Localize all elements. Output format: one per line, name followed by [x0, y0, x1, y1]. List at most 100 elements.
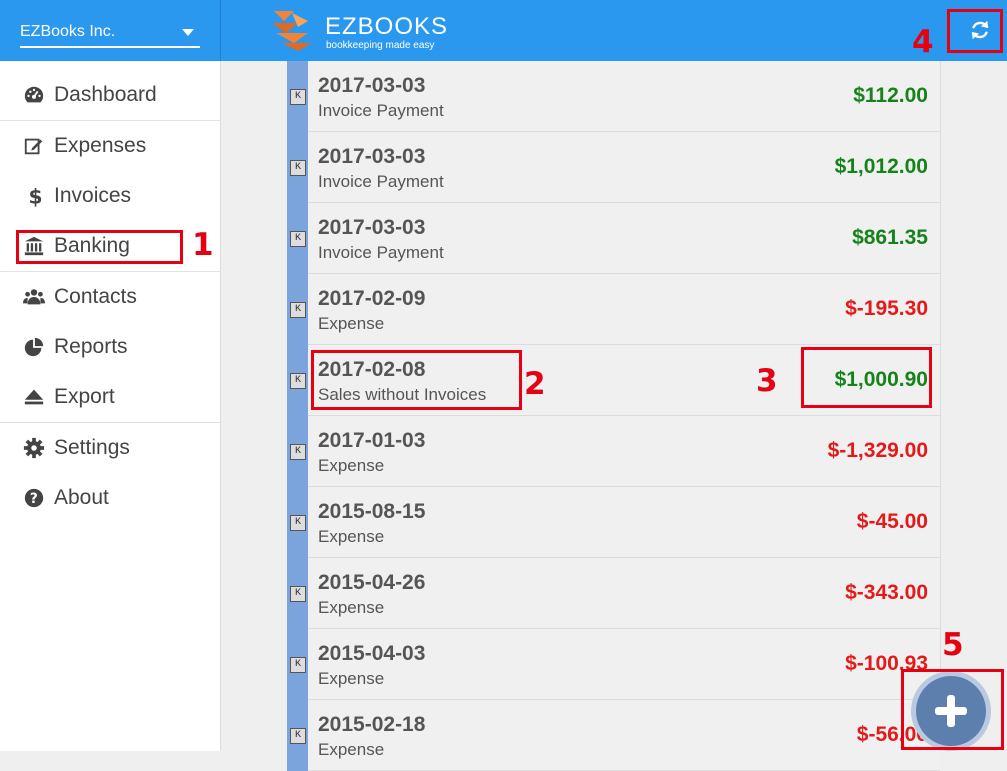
sidebar: Dashboard Expenses $ Invoices Banking Co… — [0, 61, 221, 751]
transaction-row[interactable]: K 2015-02-18 Expense $-56.00 — [287, 700, 940, 771]
company-name: EZBooks Inc. — [20, 23, 116, 40]
k-badge-icon: K — [290, 231, 306, 247]
transaction-row[interactable]: K 2015-04-26 Expense $-343.00 — [287, 558, 940, 629]
transaction-date: 2015-04-26 — [318, 571, 426, 594]
sidebar-item-label: Dashboard — [54, 83, 157, 106]
k-badge-icon: K — [290, 444, 306, 460]
annotation-number-1: 1 — [192, 227, 214, 263]
app-header: EZBooks Inc. EZBOOKS bookkeeping made ea… — [0, 0, 1007, 61]
transaction-type: Invoice Payment — [318, 243, 444, 262]
transaction-amount: $112.00 — [853, 84, 928, 107]
transaction-date: 2017-01-03 — [318, 429, 426, 452]
row-strip: K — [287, 700, 308, 771]
transaction-row[interactable]: K 2017-03-03 Invoice Payment $1,012.00 — [287, 132, 940, 203]
annotation-number-4: 4 — [912, 24, 934, 60]
annotation-box-transaction — [311, 350, 522, 410]
transaction-row[interactable]: K 2017-03-03 Invoice Payment $861.35 — [287, 203, 940, 274]
transaction-type: Expense — [318, 314, 385, 333]
dollar-icon: $ — [29, 185, 43, 207]
transaction-row[interactable]: K 2017-03-03 Invoice Payment $112.00 — [287, 61, 940, 132]
k-badge-icon: K — [290, 373, 306, 389]
logo-mark-icon — [272, 11, 312, 51]
sidebar-item-invoices[interactable]: $ Invoices — [0, 171, 220, 221]
company-selector[interactable]: EZBooks Inc. — [20, 18, 200, 48]
row-strip: K — [287, 61, 308, 132]
transaction-date: 2015-02-18 — [318, 713, 426, 736]
transaction-type: Invoice Payment — [318, 172, 444, 191]
annotation-number-2: 2 — [524, 366, 546, 402]
svg-text:$: $ — [29, 185, 43, 207]
transaction-date: 2017-03-03 — [318, 216, 426, 239]
row-strip: K — [287, 345, 308, 416]
sidebar-item-label: About — [54, 486, 109, 509]
k-badge-icon: K — [290, 89, 306, 105]
transaction-amount: $-1,329.00 — [827, 439, 928, 462]
transaction-row[interactable]: K 2017-02-09 Expense $-195.30 — [287, 274, 940, 345]
k-badge-icon: K — [290, 657, 306, 673]
sidebar-item-dashboard[interactable]: Dashboard — [0, 70, 220, 120]
transaction-amount: $1,012.00 — [834, 155, 928, 178]
transaction-date: 2017-03-03 — [318, 74, 426, 97]
transaction-row[interactable]: K 2015-04-03 Expense $-100.93 — [287, 629, 940, 700]
users-icon — [23, 289, 45, 305]
sidebar-item-about[interactable]: ? About — [0, 473, 220, 523]
transaction-date: 2017-03-03 — [318, 145, 426, 168]
sidebar-item-label: Export — [54, 385, 115, 408]
transaction-type: Expense — [318, 740, 385, 759]
sidebar-item-label: Reports — [54, 335, 128, 358]
transaction-amount: $-343.00 — [845, 581, 928, 604]
logo-title: EZBOOKS — [325, 13, 449, 40]
k-badge-icon: K — [290, 302, 306, 318]
sidebar-item-settings[interactable]: Settings — [0, 423, 220, 473]
k-badge-icon: K — [290, 586, 306, 602]
edit-icon — [24, 138, 43, 155]
transaction-amount: $-195.30 — [845, 297, 928, 320]
k-badge-icon: K — [290, 160, 306, 176]
transaction-row[interactable]: K 2017-01-03 Expense $-1,329.00 — [287, 416, 940, 487]
list-right-divider — [940, 61, 941, 751]
row-strip: K — [287, 558, 308, 629]
eject-icon — [24, 389, 44, 405]
row-strip: K — [287, 132, 308, 203]
sidebar-item-label: Contacts — [54, 285, 137, 308]
sidebar-item-label: Invoices — [54, 184, 132, 207]
sidebar-item-label: Expenses — [54, 134, 147, 157]
transaction-type: Invoice Payment — [318, 101, 444, 120]
transaction-amount: $861.35 — [852, 226, 928, 249]
transaction-date: 2015-04-03 — [318, 642, 426, 665]
row-strip: K — [287, 629, 308, 700]
sidebar-item-label: Settings — [54, 436, 130, 459]
sidebar-item-contacts[interactable]: Contacts — [0, 272, 220, 322]
annotation-box-banking — [16, 230, 183, 264]
transaction-type: Expense — [318, 669, 385, 688]
transaction-type: Expense — [318, 456, 385, 475]
transaction-date: 2017-02-09 — [318, 287, 426, 310]
pie-chart-icon — [24, 337, 44, 357]
transaction-date: 2015-08-15 — [318, 500, 426, 523]
row-strip: K — [287, 203, 308, 274]
annotation-box-amount — [801, 347, 932, 408]
annotation-box-refresh — [947, 9, 1003, 53]
transaction-type: Expense — [318, 527, 385, 546]
dashboard-icon — [24, 86, 44, 103]
transaction-row[interactable]: K 2015-08-15 Expense $-45.00 — [287, 487, 940, 558]
sidebar-item-reports[interactable]: Reports — [0, 322, 220, 372]
app-logo: EZBOOKS bookkeeping made easy — [268, 9, 448, 53]
annotation-number-5: 5 — [942, 627, 964, 663]
logo-tagline: bookkeeping made easy — [326, 40, 435, 51]
k-badge-icon: K — [290, 728, 306, 744]
annotation-number-3: 3 — [756, 363, 778, 399]
transaction-list: K 2017-03-03 Invoice Payment $112.00 K 2… — [287, 61, 940, 771]
header-divider — [220, 0, 221, 61]
question-icon: ? — [24, 488, 44, 508]
caret-down-icon — [182, 29, 194, 36]
row-strip: K — [287, 487, 308, 558]
sidebar-item-export[interactable]: Export — [0, 372, 220, 422]
sidebar-item-expenses[interactable]: Expenses — [0, 121, 220, 171]
row-strip: K — [287, 416, 308, 487]
svg-text:?: ? — [30, 491, 38, 507]
transaction-type: Expense — [318, 598, 385, 617]
annotation-box-add — [901, 669, 1004, 750]
transaction-amount: $-45.00 — [856, 510, 928, 533]
k-badge-icon: K — [290, 515, 306, 531]
